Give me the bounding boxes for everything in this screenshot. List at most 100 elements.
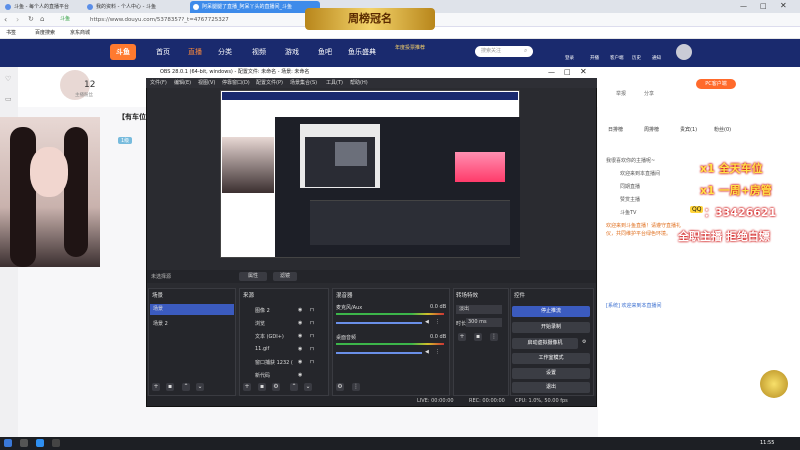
refresh-icon[interactable]: ↻: [28, 15, 34, 23]
tab-live-room[interactable]: 阿呆腿腿了直播_阿呆丫头的直播间_斗鱼: [190, 1, 320, 13]
source-item[interactable]: 11.gif: [255, 346, 269, 352]
eye-icon[interactable]: ◉: [298, 359, 302, 365]
eye-icon[interactable]: ◉: [298, 372, 302, 378]
tab-douyu-home[interactable]: 斗鱼 - 每个人的直播平台: [2, 1, 82, 13]
nav-category[interactable]: 分类: [218, 47, 232, 57]
trash-icon[interactable]: ▪: [474, 333, 482, 341]
menu-view[interactable]: 视图(V): [198, 78, 215, 88]
event-badge[interactable]: 年度投票推荐: [395, 44, 425, 51]
nav-home[interactable]: 首页: [156, 47, 170, 57]
treasure-badge[interactable]: [760, 370, 788, 398]
back-icon[interactable]: ‹: [4, 15, 7, 24]
transition-select[interactable]: 淡出: [456, 305, 502, 314]
duration-input[interactable]: 300 ms: [466, 318, 502, 327]
client-link[interactable]: 客户端: [610, 55, 624, 61]
bookmark-item[interactable]: 京东商城: [70, 28, 90, 39]
gear-icon[interactable]: ⚙: [582, 339, 586, 345]
nav-video[interactable]: 视频: [252, 47, 266, 57]
menu-scenecollection[interactable]: 场景集合(S): [290, 78, 317, 88]
menu-edit[interactable]: 编辑(E): [174, 78, 191, 88]
lock-icon[interactable]: ⊓: [310, 359, 314, 365]
stop-streaming-button[interactable]: 停止推流: [512, 306, 590, 317]
tv-icon[interactable]: ▭: [5, 95, 12, 103]
move-down-icon[interactable]: ⌄: [196, 383, 204, 391]
gear-icon[interactable]: ⚙: [336, 383, 344, 391]
more-icon[interactable]: ⋮: [435, 319, 440, 325]
menu-docks[interactable]: 停靠窗口(D): [222, 78, 250, 88]
add-icon[interactable]: +: [243, 383, 251, 391]
search-icon[interactable]: ⌕: [524, 47, 527, 55]
share-link[interactable]: 分享: [644, 90, 654, 97]
eye-icon[interactable]: ◉: [298, 307, 302, 313]
source-item[interactable]: 文本 (GDI+): [255, 333, 284, 340]
site-logo[interactable]: 斗鱼: [110, 44, 136, 60]
trash-icon[interactable]: ▪: [166, 383, 174, 391]
move-up-icon[interactable]: ⌃: [290, 383, 298, 391]
obs-maximize-icon[interactable]: □: [564, 68, 571, 76]
tab-fans[interactable]: 粉丝(0): [714, 126, 731, 133]
avatar[interactable]: [676, 44, 692, 60]
browser-app-icon[interactable]: [36, 439, 44, 447]
nav-yuba[interactable]: 鱼吧: [318, 47, 332, 57]
source-item[interactable]: 窗口捕获 1232 (: [255, 359, 293, 366]
volume-slider[interactable]: [336, 352, 422, 354]
add-icon[interactable]: +: [458, 333, 466, 341]
scene-item[interactable]: 场景 2: [153, 320, 168, 327]
more-icon[interactable]: ⋮: [435, 349, 440, 355]
start-recording-button[interactable]: 开始录制: [512, 322, 590, 333]
nav-gala[interactable]: 鱼乐盛典: [348, 47, 376, 57]
move-down-icon[interactable]: ⌄: [304, 383, 312, 391]
speaker-icon[interactable]: ◀: [425, 319, 429, 325]
filters-button[interactable]: 滤镜: [273, 272, 297, 281]
go-live-link[interactable]: 开播: [590, 55, 599, 61]
speaker-icon[interactable]: ◀: [425, 349, 429, 355]
volume-slider[interactable]: [336, 322, 422, 324]
menu-file[interactable]: 文件(F): [150, 78, 167, 88]
tab-weekly-rank[interactable]: 周排榜: [644, 126, 659, 133]
forward-icon[interactable]: ›: [16, 15, 19, 24]
studio-mode-button[interactable]: 工作室模式: [512, 353, 590, 364]
history-link[interactable]: 历史: [632, 55, 641, 61]
lock-icon[interactable]: ⊓: [310, 346, 314, 352]
gear-icon[interactable]: ⚙: [272, 383, 280, 391]
url-field[interactable]: https://www.douyu.com/5378357?_t=4767725…: [90, 15, 340, 25]
menu-tools[interactable]: 工具(T): [326, 78, 343, 88]
pc-client-button[interactable]: PC客户端: [696, 79, 736, 89]
tab-vip[interactable]: 贵宾(1): [680, 126, 697, 133]
bookmark-item[interactable]: 百度搜索: [35, 28, 55, 39]
menu-help[interactable]: 帮助(H): [350, 78, 368, 88]
eye-icon[interactable]: ◉: [298, 346, 302, 352]
start-icon[interactable]: [4, 439, 12, 447]
exit-button[interactable]: 退出: [512, 382, 590, 393]
trash-icon[interactable]: ▪: [258, 383, 266, 391]
more-icon[interactable]: ⋮: [352, 383, 360, 391]
notice-link[interactable]: 通知: [652, 55, 661, 61]
menu-profile[interactable]: 配置文件(P): [256, 78, 283, 88]
add-icon[interactable]: +: [152, 383, 160, 391]
virtual-camera-button[interactable]: 启动虚拟摄像机: [512, 338, 578, 349]
source-item[interactable]: 新代码: [255, 372, 270, 379]
obs-app-icon[interactable]: [52, 439, 60, 447]
tab-daily-rank[interactable]: 日排榜: [608, 126, 623, 133]
lock-icon[interactable]: ⊓: [310, 320, 314, 326]
login-link[interactable]: 登录: [565, 55, 574, 61]
report-link[interactable]: 举报: [616, 90, 626, 97]
eye-icon[interactable]: ◉: [298, 333, 302, 339]
tab-profile[interactable]: 我的资料 - 个人中心 - 斗鱼: [84, 1, 184, 13]
nav-live[interactable]: 直播: [188, 47, 202, 57]
settings-button[interactable]: 设置: [512, 368, 590, 379]
search-icon[interactable]: [20, 439, 28, 447]
window-maximize-icon[interactable]: □: [760, 2, 767, 10]
lock-icon[interactable]: ⊓: [310, 333, 314, 339]
obs-minimize-icon[interactable]: —: [548, 68, 555, 76]
move-up-icon[interactable]: ⌃: [182, 383, 190, 391]
window-minimize-icon[interactable]: —: [740, 2, 747, 10]
nav-games[interactable]: 游戏: [285, 47, 299, 57]
obs-close-icon[interactable]: ✕: [580, 67, 587, 76]
more-icon[interactable]: ⋮: [490, 333, 498, 341]
window-close-icon[interactable]: ✕: [780, 1, 787, 10]
eye-icon[interactable]: ◉: [298, 320, 302, 326]
bookmark-item[interactable]: 书签: [6, 28, 16, 39]
properties-button[interactable]: 属性: [239, 272, 267, 281]
scene-item[interactable]: 场景: [150, 304, 234, 315]
